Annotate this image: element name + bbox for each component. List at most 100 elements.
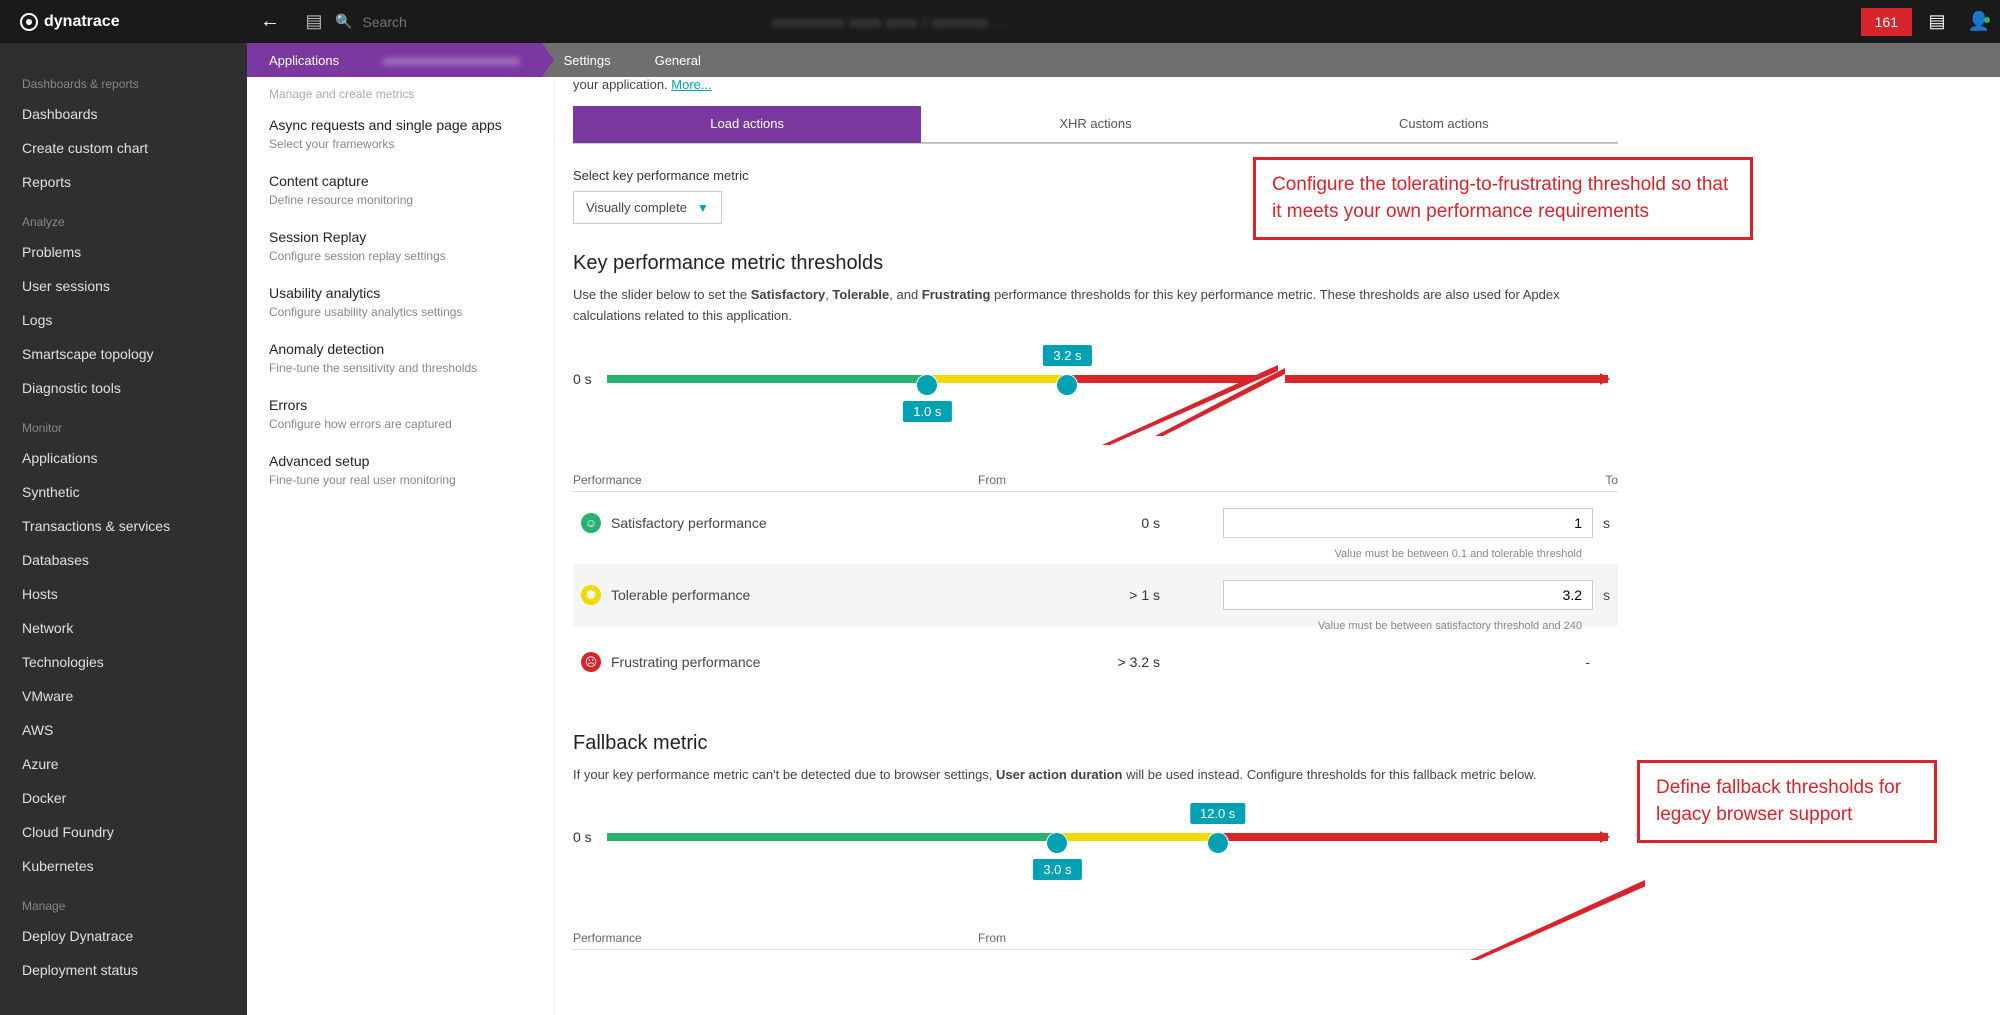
nav-group: Analyze [0,209,247,235]
arrow-icon [1600,373,1610,385]
nav-item[interactable]: Create custom chart [0,131,247,165]
callout-annotation: Configure the tolerating-to-frustrating … [1253,157,1753,240]
fallback-slider[interactable]: 0 s 3.0 s 12.0 s [573,827,1618,873]
sat-to-input[interactable] [1223,508,1593,538]
nav-item[interactable]: Reports [0,165,247,199]
top-bar: dynatrace ← ▤ 🔍 xxxxxxxxx xxxx xxxx / xx… [0,0,2000,43]
frown-icon: ☹ [581,652,601,672]
settings-item[interactable]: Session ReplayConfigure session replay s… [269,229,532,263]
prev-cut: Manage and create metrics [269,87,532,101]
crumb-app-name[interactable]: xxxxxxxxxxxxxxxxxxxxx [361,43,542,77]
nav-item[interactable]: Docker [0,781,247,815]
breadcrumb: Applications xxxxxxxxxxxxxxxxxxxxx Setti… [247,43,2000,77]
nav-item[interactable]: Applications [0,441,247,475]
handle-high[interactable] [1057,375,1077,395]
nav-item[interactable]: Azure [0,747,247,781]
label-low: 3.0 s [1033,859,1081,880]
nav-group: Dashboards & reports [0,71,247,97]
handle-high[interactable] [1208,833,1228,853]
perf-headers: PerformanceFromTo [573,473,1618,492]
thresholds-heading: Key performance metric thresholds [573,252,1980,275]
callout-annotation: Define fallback thresholds for legacy br… [1637,760,1937,843]
nav-item[interactable]: Databases [0,543,247,577]
back-button[interactable]: ← [247,10,293,33]
action-tabs: Load actions XHR actions Custom actions [573,106,1618,144]
nav-item[interactable]: Smartscape topology [0,337,247,371]
crumb-settings[interactable]: Settings [542,43,633,77]
search-input[interactable] [362,14,762,30]
nav-item[interactable]: Deployment status [0,953,247,987]
tol-to-input[interactable] [1223,580,1593,610]
crumb-applications[interactable]: Applications [247,43,361,77]
slider-track: 3.0 s 12.0 s [607,833,1608,841]
nav-item[interactable]: Transactions & services [0,509,247,543]
neutral-icon: ⚉ [581,585,601,605]
metric-select[interactable]: Visually complete ▼ [573,191,722,224]
alert-count-badge[interactable]: 161 [1861,8,1912,36]
menu-icon[interactable]: ▤ [293,11,335,32]
settings-item[interactable]: Usability analyticsConfigure usability a… [269,285,532,319]
settings-item[interactable]: ErrorsConfigure how errors are captured [269,397,532,431]
nav-item[interactable]: Diagnostic tools [0,371,247,405]
nav-item[interactable]: Network [0,611,247,645]
brand-text: dynatrace [44,13,120,31]
callout-tail [1155,368,1285,436]
search-hint-blur: xxxxxxxxx xxxx xxxx / xxxxxxx ... [772,14,1008,30]
search-area: 🔍 xxxxxxxxx xxxx xxxx / xxxxxxx ... [335,13,1861,30]
slider-zero: 0 s [573,829,592,845]
nav-group: Manage [0,893,247,919]
nav-item[interactable]: User sessions [0,269,247,303]
handle-low[interactable] [917,375,937,395]
label-low: 1.0 s [903,401,951,422]
settings-item[interactable]: Advanced setupFine-tune your real user m… [269,453,532,487]
handle-low[interactable] [1047,833,1067,853]
nav-item[interactable]: Synthetic [0,475,247,509]
perf-row-tolerable: ⚉Tolerable performance > 1 s s [573,564,1618,626]
tab-custom-actions[interactable]: Custom actions [1270,106,1618,143]
callout-tail [1470,880,1645,960]
tab-xhr-actions[interactable]: XHR actions [921,106,1269,143]
settings-item[interactable]: Content captureDefine resource monitorin… [269,173,532,207]
nav-item[interactable]: Dashboards [0,97,247,131]
segment-satisfactory [607,375,927,383]
more-link[interactable]: More... [671,77,711,92]
chat-icon[interactable]: ▤ [1916,11,1958,32]
slider-zero: 0 s [573,371,592,387]
arrow-icon [1600,831,1610,843]
brand-icon [20,13,38,31]
settings-item[interactable]: Anomaly detectionFine-tune the sensitivi… [269,341,532,375]
perf-row-satisfactory: ☺Satisfactory performance 0 s s [573,492,1618,554]
crumb-general[interactable]: General [633,43,723,77]
perf-row-frustrating: ☹Frustrating performance > 3.2 s - [573,636,1618,688]
left-nav: Dashboards & reports Dashboards Create c… [0,43,247,1015]
nav-item[interactable]: Kubernetes [0,849,247,883]
nav-group: Monitor [0,415,247,441]
nav-item[interactable]: Hosts [0,577,247,611]
settings-item[interactable]: Async requests and single page appsSelec… [269,117,532,151]
perf-headers: PerformanceFromTo [573,931,1618,950]
tab-load-actions[interactable]: Load actions [573,106,921,143]
fallback-desc: If your key performance metric can't be … [573,765,1613,786]
hint: Value must be between satisfactory thres… [573,620,1618,632]
brand-logo[interactable]: dynatrace [0,13,247,31]
segment-tolerable [1057,833,1217,841]
settings-side-panel: Manage and create metrics Async requests… [247,77,555,1015]
thresholds-desc: Use the slider below to set the Satisfac… [573,285,1613,327]
smile-icon: ☺ [581,513,601,533]
label-high: 12.0 s [1190,803,1245,824]
nav-item[interactable]: Problems [0,235,247,269]
nav-item[interactable]: VMware [0,679,247,713]
nav-item[interactable]: Deploy Dynatrace [0,919,247,953]
nav-item[interactable]: Logs [0,303,247,337]
user-icon[interactable]: 👤 [1958,11,2000,32]
search-icon[interactable]: 🔍 [335,13,352,30]
segment-tolerable [927,375,1067,383]
segment-frustrating [1218,833,1608,841]
nav-item[interactable]: Technologies [0,645,247,679]
segment-satisfactory [607,833,1057,841]
nav-item[interactable]: Cloud Foundry [0,815,247,849]
fallback-heading: Fallback metric [573,732,1980,755]
threshold-slider[interactable]: 0 s 1.0 s 3.2 s [573,369,1618,415]
metric-value: Visually complete [586,200,687,215]
nav-item[interactable]: AWS [0,713,247,747]
